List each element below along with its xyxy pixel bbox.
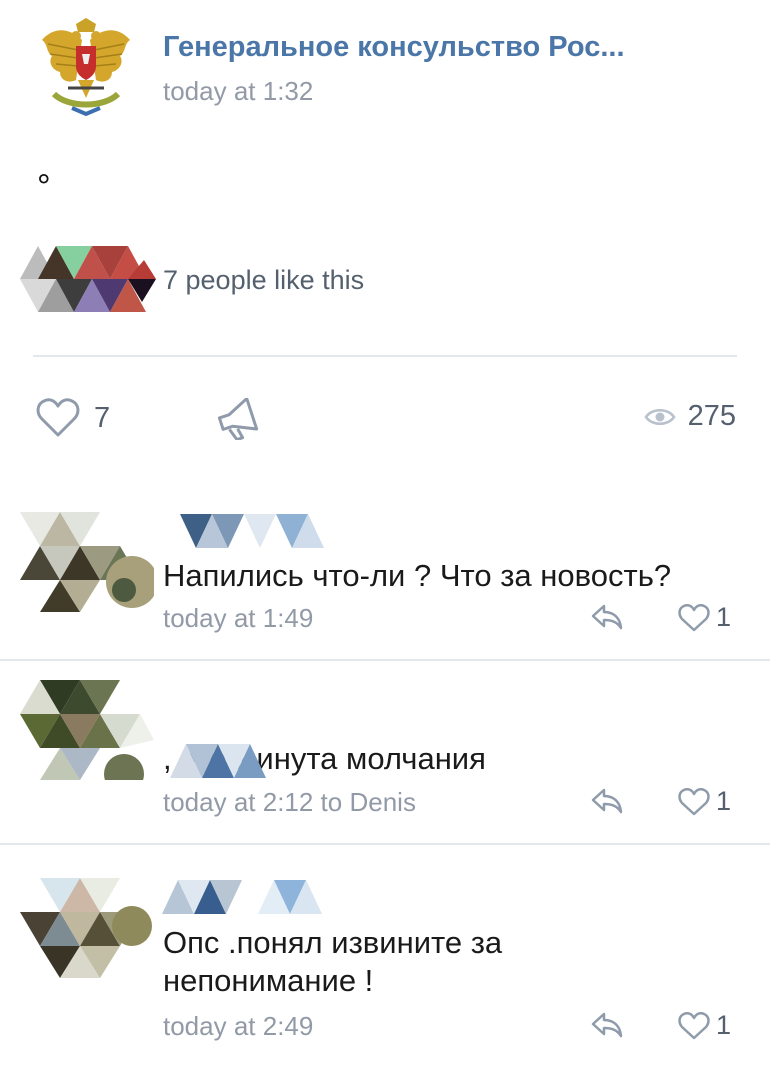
comment-avatar[interactable]	[20, 878, 154, 978]
heart-icon	[678, 1011, 710, 1039]
comment-like-count: 1	[716, 1010, 732, 1040]
divider	[0, 843, 770, 845]
comment-timestamp: today at 2:12 to Denis	[163, 787, 416, 817]
comment-like-count: 1	[716, 786, 732, 816]
comment-author-name[interactable]	[162, 514, 332, 548]
heart-icon	[678, 603, 710, 631]
post-views-count: 275	[687, 400, 736, 432]
reply-to-name[interactable]	[170, 744, 274, 778]
post-timestamp: today at 1:32	[163, 76, 314, 106]
post-share-button[interactable]	[217, 397, 261, 445]
eye-icon	[644, 408, 676, 425]
reply-arrow-icon[interactable]	[590, 602, 624, 630]
comment-text: Опс .понял извините за непонимание !	[163, 925, 503, 998]
post-views: 275	[644, 400, 736, 433]
comment: , это минута молчания today at 2:12 to D…	[0, 662, 770, 845]
comment: Опс .понял извините за непонимание ! tod…	[0, 846, 770, 1080]
comment-like-button[interactable]: 1	[678, 602, 731, 633]
comment-author-name[interactable]	[162, 880, 332, 914]
comment-timestamp: today at 1:49	[163, 603, 314, 633]
comment-like-button[interactable]: 1	[678, 786, 731, 817]
heart-icon	[36, 398, 80, 437]
comment-text: Напились что-ли ? Что за новость?	[163, 558, 672, 593]
likes-summary[interactable]: 7 people like this	[163, 265, 364, 296]
megaphone-icon	[217, 397, 259, 442]
comment-like-button[interactable]: 1	[678, 1010, 731, 1041]
comment-timestamp: today at 2:49	[163, 1011, 314, 1041]
post-author-name[interactable]: Генеральное консульство Рос...	[163, 31, 625, 64]
post-like-count: 7	[94, 401, 111, 434]
post-text: °	[37, 168, 51, 206]
divider	[0, 659, 770, 661]
comment: Напились что-ли ? Что за новость? today …	[0, 480, 770, 661]
divider	[33, 355, 737, 357]
comment-avatar[interactable]	[20, 512, 154, 612]
post-author-avatar[interactable]	[38, 18, 134, 118]
comment-avatar[interactable]	[20, 680, 154, 780]
heart-icon	[678, 787, 710, 815]
post-like-button[interactable]: 7	[36, 398, 110, 438]
coat-of-arms-icon	[42, 18, 130, 117]
likers-avatars[interactable]	[20, 246, 156, 312]
comment-like-count: 1	[716, 602, 732, 632]
reply-arrow-icon[interactable]	[590, 786, 624, 814]
reply-arrow-icon[interactable]	[590, 1010, 624, 1038]
